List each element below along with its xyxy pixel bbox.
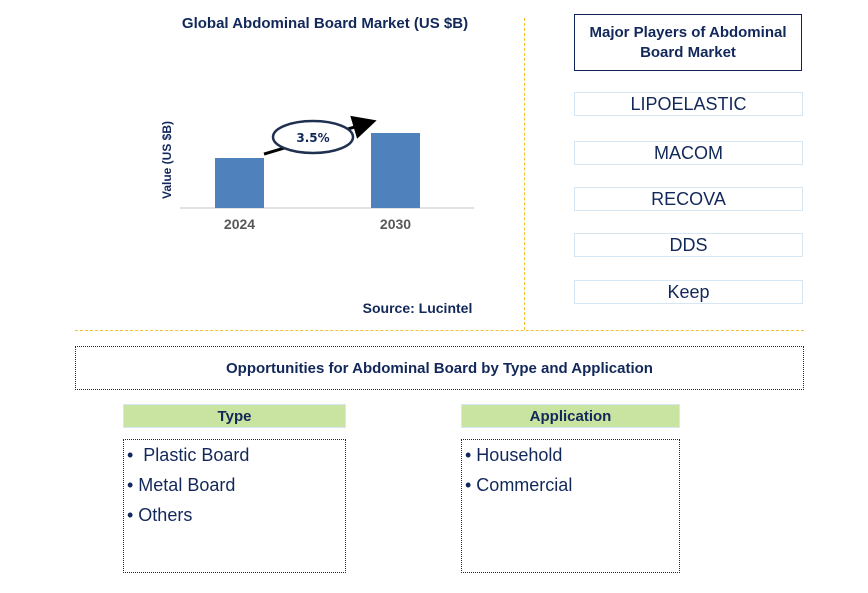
- application-item: • Commercial: [465, 475, 573, 495]
- player-item: RECOVA: [574, 187, 803, 211]
- bar-2030: [371, 133, 420, 208]
- type-item: • Others: [127, 505, 193, 525]
- x-tick-label: 2024: [224, 216, 255, 232]
- source-label: Source: Lucintel: [362, 300, 473, 316]
- bar-2024: [215, 158, 264, 208]
- application-item: • Household: [465, 445, 563, 465]
- type-header: Type: [123, 404, 346, 428]
- players-title: Major Players of Abdominal Board Market: [574, 14, 802, 71]
- player-item: MACOM: [574, 141, 803, 165]
- x-tick-label: 2030: [380, 216, 411, 232]
- player-item: DDS: [574, 233, 803, 257]
- cagr-label: 3.5%: [296, 131, 329, 145]
- player-item: Keep: [574, 280, 803, 304]
- player-item: LIPOELASTIC: [574, 92, 803, 116]
- application-list: • Household • Commercial: [461, 439, 680, 573]
- type-list: • Plastic Board • Metal Board • Others: [123, 439, 346, 573]
- vertical-divider: [524, 18, 525, 330]
- application-header: Application: [461, 404, 680, 428]
- opportunities-title: Opportunities for Abdominal Board by Typ…: [75, 346, 804, 390]
- horizontal-divider: [75, 330, 804, 331]
- type-item: • Metal Board: [127, 475, 236, 495]
- type-item: • Plastic Board: [127, 445, 250, 465]
